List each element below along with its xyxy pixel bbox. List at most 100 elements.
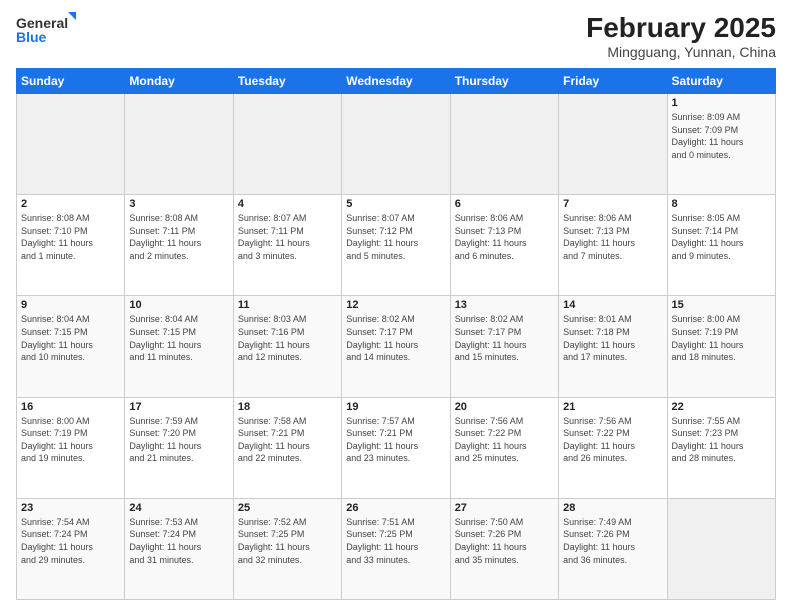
day-info: Sunrise: 8:05 AM Sunset: 7:14 PM Dayligh…	[672, 212, 771, 262]
calendar-cell: 9 Sunrise: 8:04 AM Sunset: 7:15 PM Daylig…	[17, 296, 125, 397]
calendar-week-row: 1 Sunrise: 8:09 AM Sunset: 7:09 PM Daylig…	[17, 94, 776, 195]
calendar-cell	[125, 94, 233, 195]
calendar-cell: 8 Sunrise: 8:05 AM Sunset: 7:14 PM Daylig…	[667, 195, 775, 296]
calendar-cell	[342, 94, 450, 195]
calendar-cell: 14 Sunrise: 8:01 AM Sunset: 7:18 PM Dayli…	[559, 296, 667, 397]
day-info: Sunrise: 7:51 AM Sunset: 7:25 PM Dayligh…	[346, 516, 445, 566]
day-number: 2	[21, 198, 120, 210]
calendar-cell: 19 Sunrise: 7:57 AM Sunset: 7:21 PM Dayli…	[342, 397, 450, 498]
day-number: 28	[563, 502, 662, 514]
calendar-week-row: 2 Sunrise: 8:08 AM Sunset: 7:10 PM Daylig…	[17, 195, 776, 296]
title-block: February 2025 Mingguang, Yunnan, China	[586, 12, 776, 60]
day-info: Sunrise: 7:58 AM Sunset: 7:21 PM Dayligh…	[238, 415, 337, 465]
day-number: 18	[238, 401, 337, 413]
calendar-cell: 27Sunrise: 7:50 AM Sunset: 7:26 PM Dayli…	[450, 498, 558, 599]
calendar-cell: 5Sunrise: 8:07 AM Sunset: 7:12 PM Daylig…	[342, 195, 450, 296]
day-info: Sunrise: 7:54 AM Sunset: 7:24 PM Dayligh…	[21, 516, 120, 566]
calendar-cell: 6 Sunrise: 8:06 AM Sunset: 7:13 PM Daylig…	[450, 195, 558, 296]
logo: GeneralBlue	[16, 12, 76, 52]
day-number: 17	[129, 401, 228, 413]
day-number: 9	[21, 299, 120, 311]
subtitle: Mingguang, Yunnan, China	[586, 44, 776, 60]
calendar-cell: 3Sunrise: 8:08 AM Sunset: 7:11 PM Daylig…	[125, 195, 233, 296]
day-info: Sunrise: 8:03 AM Sunset: 7:16 PM Dayligh…	[238, 313, 337, 363]
day-info: Sunrise: 7:55 AM Sunset: 7:23 PM Dayligh…	[672, 415, 771, 465]
day-info: Sunrise: 7:53 AM Sunset: 7:24 PM Dayligh…	[129, 516, 228, 566]
header: GeneralBlue February 2025 Mingguang, Yun…	[16, 12, 776, 60]
day-number: 14	[563, 299, 662, 311]
calendar-week-row: 23Sunrise: 7:54 AM Sunset: 7:24 PM Dayli…	[17, 498, 776, 599]
day-info: Sunrise: 7:49 AM Sunset: 7:26 PM Dayligh…	[563, 516, 662, 566]
day-number: 15	[672, 299, 771, 311]
calendar-table: SundayMondayTuesdayWednesdayThursdayFrid…	[16, 68, 776, 600]
day-info: Sunrise: 8:00 AM Sunset: 7:19 PM Dayligh…	[21, 415, 120, 465]
day-info: Sunrise: 7:59 AM Sunset: 7:20 PM Dayligh…	[129, 415, 228, 465]
day-number: 10	[129, 299, 228, 311]
day-number: 4	[238, 198, 337, 210]
svg-text:Blue: Blue	[16, 29, 47, 45]
day-of-week-header: Wednesday	[342, 69, 450, 94]
day-info: Sunrise: 8:04 AM Sunset: 7:15 PM Dayligh…	[21, 313, 120, 363]
page: GeneralBlue February 2025 Mingguang, Yun…	[0, 0, 792, 612]
day-of-week-header: Saturday	[667, 69, 775, 94]
calendar-cell: 21 Sunrise: 7:56 AM Sunset: 7:22 PM Dayli…	[559, 397, 667, 498]
day-number: 3	[129, 198, 228, 210]
day-info: Sunrise: 8:09 AM Sunset: 7:09 PM Dayligh…	[672, 111, 771, 161]
day-number: 8	[672, 198, 771, 210]
day-number: 12	[346, 299, 445, 311]
calendar-cell: 7 Sunrise: 8:06 AM Sunset: 7:13 PM Daylig…	[559, 195, 667, 296]
day-number: 20	[455, 401, 554, 413]
day-number: 13	[455, 299, 554, 311]
logo-svg: GeneralBlue	[16, 12, 76, 52]
calendar-cell: 1 Sunrise: 8:09 AM Sunset: 7:09 PM Daylig…	[667, 94, 775, 195]
calendar-cell: 20Sunrise: 7:56 AM Sunset: 7:22 PM Dayli…	[450, 397, 558, 498]
calendar-cell: 11 Sunrise: 8:03 AM Sunset: 7:16 PM Dayli…	[233, 296, 341, 397]
day-number: 16	[21, 401, 120, 413]
day-of-week-header: Monday	[125, 69, 233, 94]
calendar-cell: 24 Sunrise: 7:53 AM Sunset: 7:24 PM Dayli…	[125, 498, 233, 599]
day-info: Sunrise: 7:56 AM Sunset: 7:22 PM Dayligh…	[563, 415, 662, 465]
calendar-cell: 28 Sunrise: 7:49 AM Sunset: 7:26 PM Dayli…	[559, 498, 667, 599]
day-info: Sunrise: 8:08 AM Sunset: 7:10 PM Dayligh…	[21, 212, 120, 262]
day-info: Sunrise: 8:01 AM Sunset: 7:18 PM Dayligh…	[563, 313, 662, 363]
day-number: 22	[672, 401, 771, 413]
calendar-cell: 17 Sunrise: 7:59 AM Sunset: 7:20 PM Dayli…	[125, 397, 233, 498]
day-info: Sunrise: 7:50 AM Sunset: 7:26 PM Dayligh…	[455, 516, 554, 566]
day-info: Sunrise: 7:52 AM Sunset: 7:25 PM Dayligh…	[238, 516, 337, 566]
day-number: 19	[346, 401, 445, 413]
calendar-cell	[17, 94, 125, 195]
calendar-header-row: SundayMondayTuesdayWednesdayThursdayFrid…	[17, 69, 776, 94]
calendar-cell	[667, 498, 775, 599]
day-of-week-header: Friday	[559, 69, 667, 94]
day-info: Sunrise: 8:07 AM Sunset: 7:11 PM Dayligh…	[238, 212, 337, 262]
calendar-cell: 22 Sunrise: 7:55 AM Sunset: 7:23 PM Dayli…	[667, 397, 775, 498]
day-number: 11	[238, 299, 337, 311]
day-number: 21	[563, 401, 662, 413]
day-number: 25	[238, 502, 337, 514]
calendar-cell: 15Sunrise: 8:00 AM Sunset: 7:19 PM Dayli…	[667, 296, 775, 397]
calendar-cell: 16 Sunrise: 8:00 AM Sunset: 7:19 PM Dayli…	[17, 397, 125, 498]
main-title: February 2025	[586, 12, 776, 44]
day-info: Sunrise: 8:06 AM Sunset: 7:13 PM Dayligh…	[563, 212, 662, 262]
day-of-week-header: Thursday	[450, 69, 558, 94]
calendar-cell: 18 Sunrise: 7:58 AM Sunset: 7:21 PM Dayli…	[233, 397, 341, 498]
day-info: Sunrise: 8:02 AM Sunset: 7:17 PM Dayligh…	[455, 313, 554, 363]
calendar-cell: 10 Sunrise: 8:04 AM Sunset: 7:15 PM Dayli…	[125, 296, 233, 397]
calendar-cell	[559, 94, 667, 195]
calendar-cell: 12Sunrise: 8:02 AM Sunset: 7:17 PM Dayli…	[342, 296, 450, 397]
calendar-cell: 4 Sunrise: 8:07 AM Sunset: 7:11 PM Daylig…	[233, 195, 341, 296]
day-number: 5	[346, 198, 445, 210]
day-info: Sunrise: 8:04 AM Sunset: 7:15 PM Dayligh…	[129, 313, 228, 363]
day-info: Sunrise: 8:06 AM Sunset: 7:13 PM Dayligh…	[455, 212, 554, 262]
calendar-cell: 2 Sunrise: 8:08 AM Sunset: 7:10 PM Daylig…	[17, 195, 125, 296]
day-number: 7	[563, 198, 662, 210]
day-number: 24	[129, 502, 228, 514]
day-of-week-header: Sunday	[17, 69, 125, 94]
day-number: 1	[672, 97, 771, 109]
day-info: Sunrise: 7:57 AM Sunset: 7:21 PM Dayligh…	[346, 415, 445, 465]
calendar-cell: 25 Sunrise: 7:52 AM Sunset: 7:25 PM Dayli…	[233, 498, 341, 599]
calendar-cell	[450, 94, 558, 195]
day-number: 6	[455, 198, 554, 210]
calendar-cell: 26Sunrise: 7:51 AM Sunset: 7:25 PM Dayli…	[342, 498, 450, 599]
calendar-week-row: 16 Sunrise: 8:00 AM Sunset: 7:19 PM Dayli…	[17, 397, 776, 498]
